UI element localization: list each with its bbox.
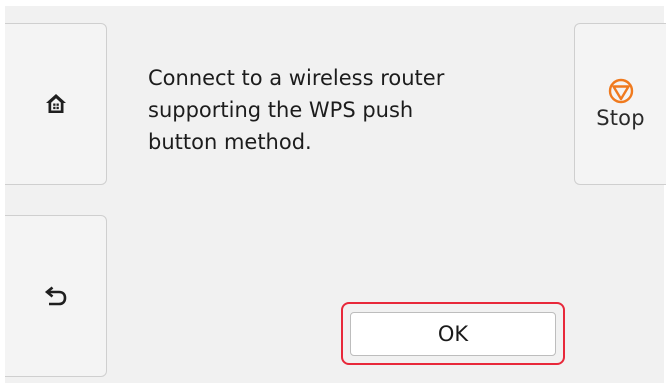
stop-icon — [607, 78, 635, 104]
printer-touch-screen: Stop Connect to a wireless router suppor… — [5, 6, 666, 383]
home-icon — [44, 92, 68, 116]
ok-button[interactable]: OK — [350, 312, 556, 356]
stop-label: Stop — [596, 106, 645, 130]
back-button[interactable] — [5, 215, 107, 377]
back-arrow-icon — [44, 286, 68, 306]
instruction-message: Connect to a wireless router supporting … — [148, 66, 445, 154]
stop-button[interactable]: Stop — [574, 23, 666, 185]
home-button[interactable] — [5, 23, 107, 185]
